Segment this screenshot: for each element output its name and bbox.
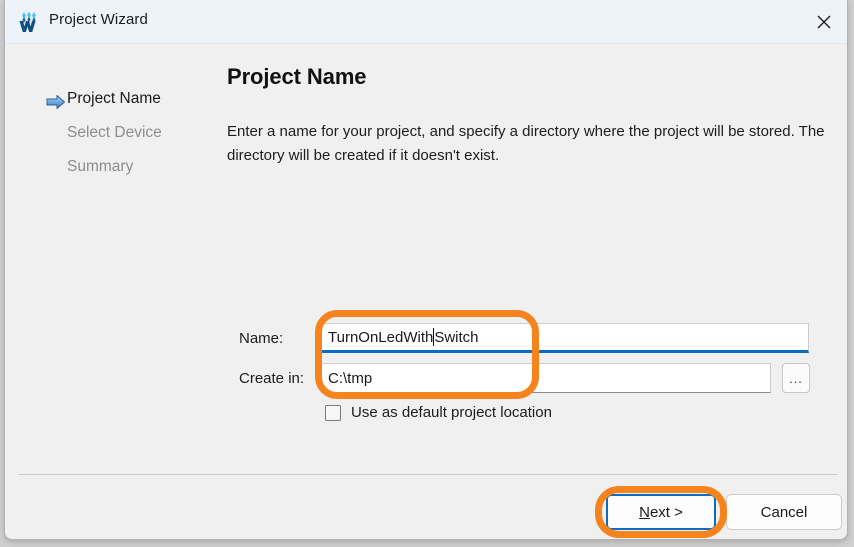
desktop-background: Project Wizard Project Name Select Devic…: [0, 0, 854, 547]
sidebar-item-select-device[interactable]: Select Device: [67, 124, 162, 142]
name-field-label: Name:: [239, 330, 284, 347]
ellipsis-icon: ...: [789, 370, 803, 386]
cancel-button[interactable]: Cancel: [726, 494, 842, 530]
create-in-path-value: C:\tmp: [328, 369, 373, 387]
create-in-field-label: Create in:: [239, 370, 305, 387]
checkbox-label: Use as default project location: [351, 404, 552, 421]
cancel-button-label: Cancel: [760, 503, 808, 521]
project-wizard-dialog: Project Wizard Project Name Select Devic…: [4, 0, 848, 540]
title-bar: Project Wizard: [5, 0, 847, 44]
wokwi-w-logo-icon: [17, 10, 41, 34]
close-icon[interactable]: [801, 0, 847, 43]
wizard-step-list: Project Name Select Device Summary: [5, 44, 215, 539]
checkbox-box-icon: [325, 404, 341, 421]
next-button[interactable]: Next >: [606, 494, 716, 530]
page-description: Enter a name for your project, and speci…: [227, 123, 825, 164]
sidebar-item-summary[interactable]: Summary: [67, 158, 133, 176]
page-title: Project Name: [227, 64, 367, 89]
window-title: Project Wizard: [49, 11, 148, 28]
project-name-value-after-caret: Switch: [434, 328, 479, 346]
browse-folder-button[interactable]: ...: [782, 363, 810, 393]
use-as-default-location-checkbox[interactable]: Use as default project location: [325, 404, 552, 421]
project-name-input[interactable]: TurnOnLedWith Switch: [321, 323, 809, 353]
blue-right-arrow-icon: [46, 94, 66, 110]
footer-separator: [19, 474, 837, 475]
next-button-label: ext >: [649, 503, 683, 521]
create-in-path-input[interactable]: C:\tmp: [321, 363, 771, 393]
project-name-value-before-caret: TurnOnLedWith: [328, 328, 434, 346]
sidebar-item-project-name[interactable]: Project Name: [67, 90, 161, 108]
next-button-mnemonic: N: [639, 503, 650, 521]
